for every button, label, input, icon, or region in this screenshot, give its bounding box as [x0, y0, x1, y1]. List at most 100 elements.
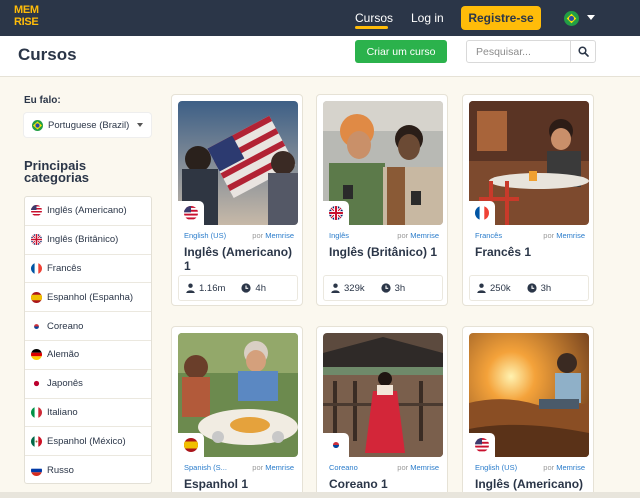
category-label: Espanhol (Espanha): [47, 291, 134, 303]
register-button[interactable]: Registre-se: [461, 6, 541, 30]
course-card[interactable]: Inglês por Memrise Inglês (Britânico) 1 …: [316, 94, 448, 306]
nav-login-link[interactable]: Log in: [411, 11, 444, 25]
chevron-down-icon[interactable]: [587, 15, 595, 20]
top-navigation-bar: MEM RISE Cursos Log in Registre-se: [0, 0, 640, 36]
category-label: Inglês (Britânico): [47, 234, 119, 246]
course-language[interactable]: Coreano: [329, 463, 358, 472]
uk-flag-icon: [329, 206, 343, 220]
learners-count: 1.16m: [199, 282, 226, 294]
italy-flag-icon: [31, 406, 42, 418]
categories-title: Principais categorias: [24, 158, 90, 185]
speak-label: Eu falo:: [24, 95, 61, 106]
course-stats: 1.16m 4h: [178, 275, 298, 301]
brazil-flag-icon[interactable]: [564, 11, 579, 26]
course-card[interactable]: Francês por Memrise Francês 1 250k 3h: [462, 94, 594, 306]
brazil-flag-icon: [32, 119, 43, 131]
course-flag-badge: [178, 433, 204, 457]
source-language-value: Portuguese (Brazil): [48, 119, 130, 131]
category-label: Italiano: [47, 406, 78, 418]
search-input[interactable]: [467, 41, 571, 62]
course-flag-badge: [469, 201, 495, 225]
us-flag-icon: [475, 438, 489, 452]
course-title[interactable]: Espanhol 1: [184, 477, 296, 491]
course-language[interactable]: Spanish (S...: [184, 463, 227, 472]
learners-count: 250k: [490, 282, 511, 294]
course-author[interactable]: Memrise: [556, 463, 585, 472]
search-icon: [577, 46, 589, 57]
page-header: Cursos Criar um curso: [0, 36, 640, 77]
course-author[interactable]: Memrise: [410, 231, 439, 240]
category-label: Coreano: [47, 320, 84, 332]
course-title[interactable]: Coreano 1: [329, 477, 441, 491]
memrise-logo[interactable]: MEM RISE: [14, 4, 44, 32]
course-language[interactable]: Inglês: [329, 231, 349, 240]
category-item[interactable]: Inglês (Britânico): [25, 226, 151, 255]
category-item[interactable]: Coreano: [25, 312, 151, 341]
clock-icon: [527, 283, 537, 293]
course-flag-badge: [469, 433, 495, 457]
nav-courses-link[interactable]: Cursos: [355, 11, 393, 25]
course-card[interactable]: Spanish (S... por Memrise Espanhol 1: [171, 326, 303, 498]
germany-flag-icon: [31, 349, 42, 361]
course-card[interactable]: Coreano por Memrise Coreano 1: [316, 326, 448, 498]
course-title[interactable]: Inglês (Americano) 1: [184, 245, 296, 273]
uk-flag-icon: [31, 234, 42, 246]
course-by-label: por: [252, 231, 264, 240]
learners-icon: [186, 283, 195, 293]
course-flag-badge: [323, 201, 349, 225]
category-item[interactable]: Japonês: [25, 370, 151, 399]
course-duration: 3h: [394, 282, 406, 294]
france-flag-icon: [31, 262, 42, 274]
category-label: Espanhol (México): [47, 435, 126, 447]
category-item[interactable]: Alemão: [25, 341, 151, 370]
japan-flag-icon: [31, 378, 42, 390]
course-flag-badge: [178, 201, 204, 225]
course-language[interactable]: Francês: [475, 231, 502, 240]
category-item[interactable]: Espanhol (Espanha): [25, 283, 151, 313]
course-title[interactable]: Francês 1: [475, 245, 587, 259]
course-stats: 250k 3h: [469, 275, 589, 301]
category-label: Alemão: [47, 349, 80, 361]
course-duration: 3h: [540, 282, 552, 294]
page-title: Cursos: [18, 45, 77, 64]
chevron-down-icon: [137, 123, 143, 127]
logo-line-2: RISE: [14, 16, 39, 28]
course-language[interactable]: English (US): [184, 231, 226, 240]
spain-flag-icon: [184, 438, 198, 452]
course-by-label: por: [397, 463, 409, 472]
course-language[interactable]: English (US): [475, 463, 517, 472]
course-by-label: por: [543, 463, 555, 472]
category-item[interactable]: Espanhol (México): [25, 427, 151, 457]
us-flag-icon: [31, 205, 42, 217]
course-author[interactable]: Memrise: [265, 463, 294, 472]
korea-flag-icon: [329, 438, 343, 452]
category-item[interactable]: Italiano: [25, 399, 151, 428]
source-language-select[interactable]: Portuguese (Brazil): [24, 113, 151, 137]
course-duration: 4h: [255, 282, 266, 294]
us-flag-icon: [184, 206, 198, 220]
category-item[interactable]: Inglês (Americano): [25, 197, 151, 226]
horizontal-scrollbar[interactable]: [0, 492, 640, 498]
search-button[interactable]: [570, 41, 595, 62]
course-author[interactable]: Memrise: [556, 231, 585, 240]
course-title[interactable]: Inglês (Britânico) 1: [329, 245, 441, 259]
learners-icon: [477, 283, 486, 293]
course-author[interactable]: Memrise: [410, 463, 439, 472]
course-stats: 329k 3h: [323, 275, 443, 301]
learners-icon: [331, 283, 340, 293]
course-flag-badge: [323, 433, 349, 457]
create-course-button[interactable]: Criar um curso: [355, 40, 447, 63]
spain-flag-icon: [31, 291, 42, 303]
course-card[interactable]: English (US) por Memrise Inglês (America…: [462, 326, 594, 498]
course-author[interactable]: Memrise: [265, 231, 294, 240]
course-card[interactable]: English (US) por Memrise Inglês (America…: [171, 94, 303, 306]
category-label: Russo: [47, 465, 74, 477]
category-list: Inglês (Americano) Inglês (Britânico) Fr…: [24, 196, 152, 484]
course-by-label: por: [543, 231, 555, 240]
mexico-flag-icon: [31, 435, 42, 447]
category-item[interactable]: Russo: [25, 456, 151, 485]
category-label: Francês: [47, 262, 82, 274]
active-nav-indicator: [355, 26, 388, 29]
category-item[interactable]: Francês: [25, 255, 151, 284]
france-flag-icon: [475, 206, 489, 220]
